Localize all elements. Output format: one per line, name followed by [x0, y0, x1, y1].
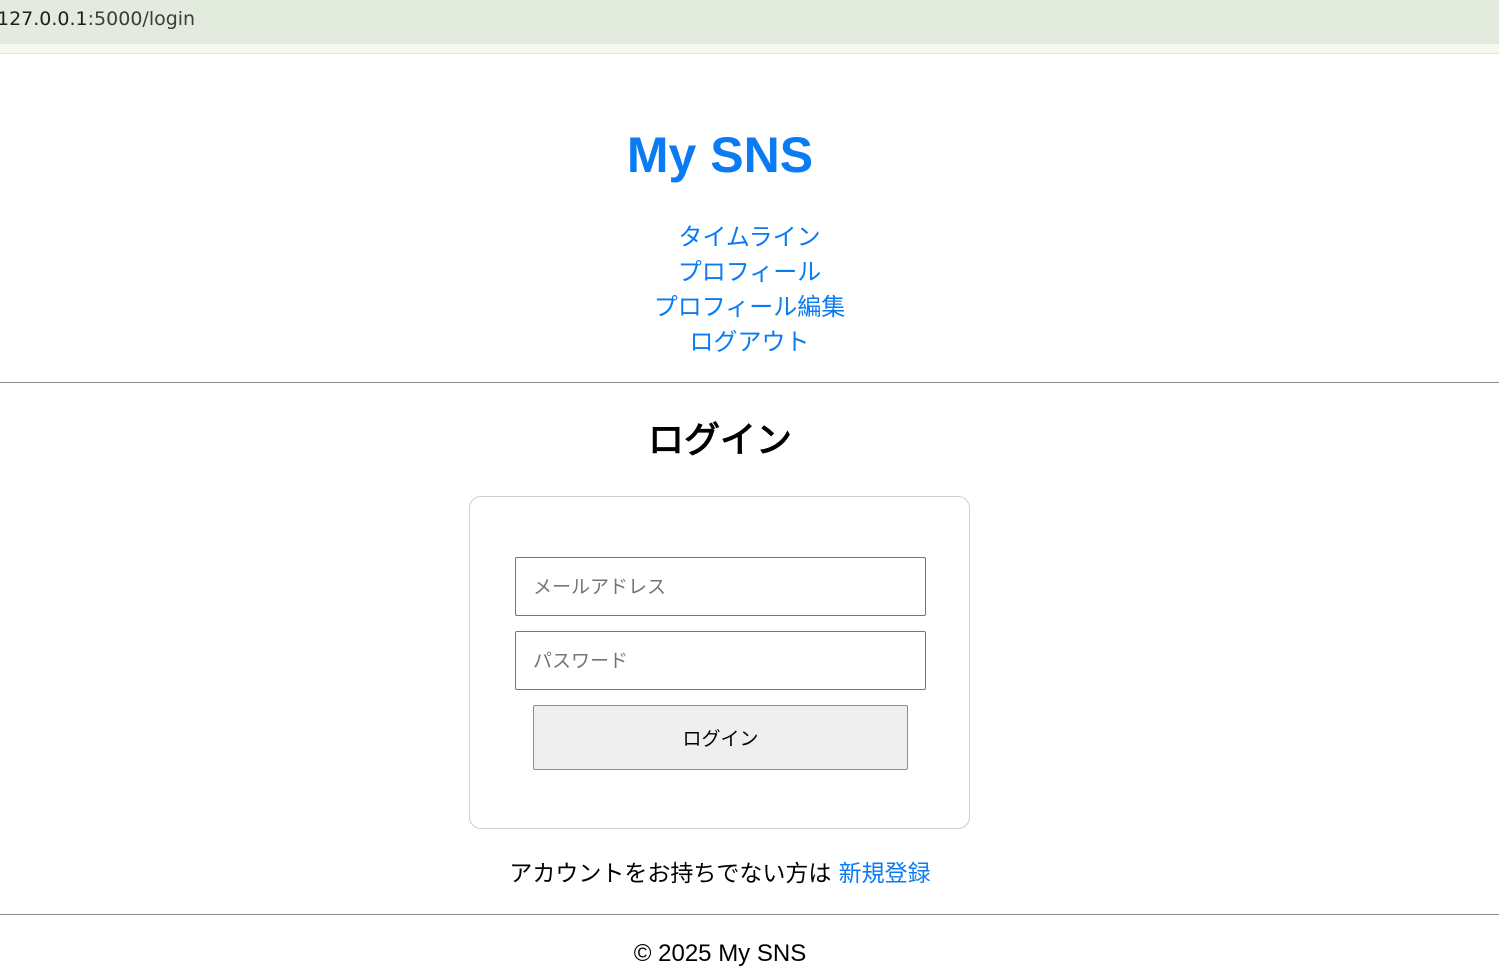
browser-toolbar-strip [0, 44, 1499, 54]
url-path: :5000/login [87, 8, 196, 30]
url-host: 127.0.0.1 [0, 8, 88, 30]
nav-link-timeline[interactable]: タイムライン [0, 220, 1499, 255]
url-text[interactable]: 127.0.0.1:5000/login [0, 8, 195, 30]
site-title: My SNS [626, 127, 814, 183]
signup-prompt: アカウントをお持ちでない方は 新規登録 [0, 858, 1440, 890]
password-field[interactable] [515, 631, 926, 690]
login-button[interactable]: ログイン [533, 705, 908, 770]
nav-link-logout[interactable]: ログアウト [0, 325, 1499, 360]
header-divider [0, 382, 1499, 383]
browser-address-bar[interactable]: 127.0.0.1:5000/login [0, 0, 1499, 44]
signup-prompt-text: アカウントをお持ちでない方は [509, 861, 832, 887]
signup-link[interactable]: 新規登録 [839, 861, 931, 887]
footer-divider [0, 914, 1499, 915]
page-title: ログイン [647, 420, 792, 461]
nav-link-profile[interactable]: プロフィール [0, 255, 1499, 290]
footer-copyright: © 2025 My SNS [633, 940, 807, 967]
email-field[interactable] [515, 557, 926, 616]
main-nav: タイムライン プロフィール プロフィール編集 ログアウト [0, 220, 1499, 360]
nav-link-profile-edit[interactable]: プロフィール編集 [0, 290, 1499, 325]
